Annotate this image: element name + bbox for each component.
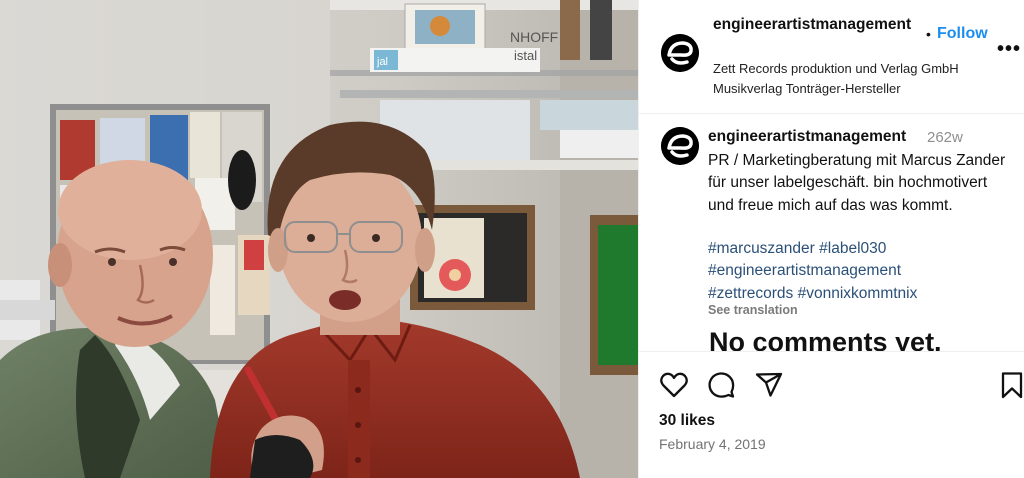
post-date[interactable]: February 4, 2019 bbox=[659, 436, 766, 452]
see-translation-link[interactable]: See translation bbox=[708, 303, 798, 317]
caption-timestamp[interactable]: 262w bbox=[927, 129, 963, 146]
hashtag-link[interactable]: #marcuszander bbox=[708, 240, 815, 257]
caption-username[interactable]: engineerartistmanagement bbox=[708, 128, 906, 146]
hashtag-link[interactable]: #label030 bbox=[819, 240, 886, 257]
bookmark-icon[interactable] bbox=[997, 370, 1024, 400]
caption-avatar[interactable] bbox=[661, 127, 699, 165]
photo-scene: jal NHOFF istal bbox=[0, 0, 638, 478]
hashtag-link[interactable]: #zettrecords bbox=[708, 285, 793, 302]
header-username[interactable]: engineerartistmanagement bbox=[713, 14, 923, 36]
brand-logo-icon bbox=[661, 34, 699, 72]
shelf-text-2: istal bbox=[514, 48, 537, 63]
hashtag-link[interactable]: #vonnixkommtnix bbox=[798, 285, 918, 302]
hashtag-list: #marcuszander #label030 #engineerartistm… bbox=[708, 238, 1008, 305]
follow-button[interactable]: Follow bbox=[937, 25, 988, 43]
shelf-text-1: NHOFF bbox=[510, 29, 558, 45]
share-icon[interactable] bbox=[754, 370, 784, 400]
post-actions: 30 likes February 4, 2019 bbox=[639, 351, 1024, 478]
post-photo[interactable]: jal NHOFF istal bbox=[0, 0, 638, 478]
brand-logo-icon bbox=[661, 127, 699, 165]
like-count[interactable]: 30 likes bbox=[659, 412, 715, 430]
comment-icon[interactable] bbox=[706, 370, 736, 400]
heart-icon[interactable] bbox=[659, 370, 689, 400]
post-header: engineerartistmanagement • Follow ••• Ze… bbox=[639, 0, 1024, 114]
header-separator: • bbox=[926, 26, 931, 42]
post-side-panel: engineerartistmanagement • Follow ••• Ze… bbox=[638, 0, 1024, 478]
header-subtitle: Zett Records produktion und Verlag GmbH … bbox=[713, 61, 959, 96]
box-label: jal bbox=[376, 56, 388, 68]
caption-text: PR / Marketingberatung mit Marcus Zander… bbox=[708, 152, 1006, 214]
profile-avatar[interactable] bbox=[661, 34, 699, 72]
comments-section[interactable]: engineerartistmanagement 262w PR / Marke… bbox=[639, 115, 1024, 351]
no-comments-heading: No comments yet. bbox=[709, 327, 942, 351]
more-options-icon[interactable]: ••• bbox=[997, 38, 1021, 61]
hashtag-link[interactable]: #engineerartistmanagement bbox=[708, 262, 901, 279]
